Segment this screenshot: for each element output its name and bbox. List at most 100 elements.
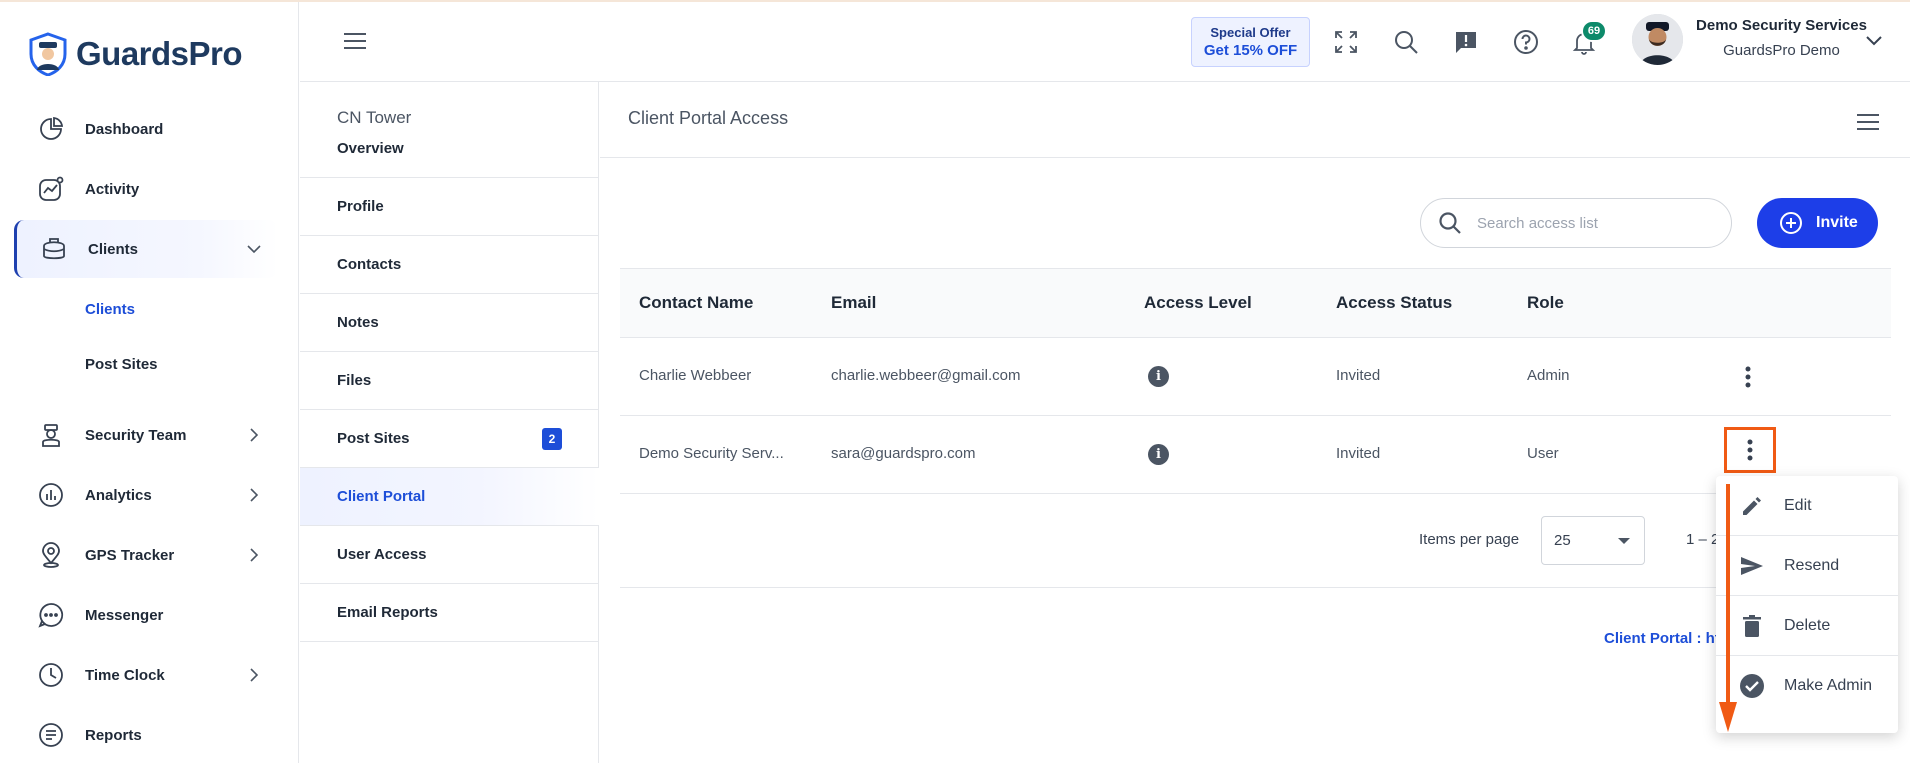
- chevron-right-icon: [244, 547, 264, 563]
- invite-label: Invite: [1816, 214, 1858, 231]
- subnav-item-notes[interactable]: Notes: [300, 294, 599, 352]
- report-icon: [36, 720, 66, 750]
- items-per-page-select[interactable]: 25: [1541, 516, 1645, 565]
- sidebar-item-label: Dashboard: [85, 120, 164, 138]
- check-circle-icon: [1738, 672, 1766, 700]
- chevron-down-icon: [244, 244, 264, 254]
- role: User: [1527, 445, 1559, 462]
- subnav-item-label: Contacts: [337, 256, 402, 273]
- search-box: [1420, 198, 1732, 248]
- offer-discount: Get 15% OFF: [1203, 42, 1298, 59]
- sidebar-subitem-post-sites[interactable]: Post Sites: [85, 356, 158, 373]
- trash-icon: [1738, 612, 1766, 640]
- more-options-icon[interactable]: [1728, 357, 1768, 397]
- sidebar-item-time-clock[interactable]: Time Clock: [14, 646, 278, 704]
- sidebar-item-gps-tracker[interactable]: GPS Tracker: [14, 526, 278, 584]
- menu-item-make-admin[interactable]: Make Admin: [1716, 656, 1898, 716]
- subnav-item-overview[interactable]: Overview: [300, 120, 599, 178]
- page-title: Client Portal Access: [628, 108, 789, 128]
- brand-name: GuardsPro: [76, 35, 243, 72]
- sidebar-item-label: Activity: [85, 180, 140, 198]
- sidebar-item-label: Analytics: [85, 486, 152, 504]
- client-subnav: CN Tower Overview Profile Contacts Notes…: [300, 82, 599, 763]
- subnav-item-label: Profile: [337, 198, 384, 215]
- subnav-item-label: Notes: [337, 314, 379, 331]
- invite-button[interactable]: Invite: [1757, 198, 1878, 248]
- items-per-page-label: Items per page: [1419, 531, 1520, 548]
- sidebar-item-messenger[interactable]: Messenger: [14, 586, 278, 644]
- sidebar-item-analytics[interactable]: Analytics: [14, 466, 278, 524]
- subnav-item-label: Email Reports: [337, 604, 438, 621]
- divider: [620, 587, 1891, 588]
- subnav-item-client-portal[interactable]: Client Portal: [300, 468, 599, 526]
- search-icon[interactable]: [1391, 27, 1421, 57]
- search-icon: [1439, 212, 1461, 234]
- info-icon[interactable]: i: [1148, 366, 1169, 387]
- subnav-item-user-access[interactable]: User Access: [300, 526, 599, 584]
- column-header: Access Level: [1144, 293, 1252, 312]
- table-row: Charlie Webbeer charlie.webbeer@gmail.co…: [620, 338, 1891, 416]
- hamburger-menu-icon[interactable]: [342, 30, 368, 52]
- fullscreen-icon[interactable]: [1331, 27, 1361, 57]
- pie-chart-icon: [36, 114, 66, 144]
- subnav-item-profile[interactable]: Profile: [300, 178, 599, 236]
- annotation-arrow-icon: [1719, 484, 1737, 732]
- subnav-item-post-sites[interactable]: Post Sites 2: [300, 410, 599, 468]
- more-options-icon[interactable]: [1724, 427, 1776, 473]
- menu-item-delete[interactable]: Delete: [1716, 596, 1898, 656]
- menu-item-edit[interactable]: Edit: [1716, 476, 1898, 536]
- sidebar: GuardsPro Dashboard Activity Clients Cli…: [0, 2, 299, 763]
- chevron-down-icon[interactable]: [1863, 32, 1885, 48]
- role: Admin: [1527, 367, 1570, 384]
- notification-badge: 69: [1581, 20, 1607, 42]
- column-header: Access Status: [1336, 293, 1453, 312]
- count-badge: 2: [542, 427, 562, 450]
- plus-circle-icon: [1780, 212, 1802, 234]
- access-status: Invited: [1336, 367, 1381, 384]
- logo[interactable]: GuardsPro: [28, 32, 243, 76]
- info-icon[interactable]: i: [1148, 444, 1169, 465]
- subnav-item-contacts[interactable]: Contacts: [300, 236, 599, 294]
- sidebar-item-label: Security Team: [85, 426, 187, 444]
- clock-icon: [36, 660, 66, 690]
- subnav-item-files[interactable]: Files: [300, 352, 599, 410]
- send-icon: [1738, 552, 1766, 580]
- pencil-icon: [1738, 492, 1766, 520]
- search-input[interactable]: [1477, 214, 1717, 232]
- menu-item-resend[interactable]: Resend: [1716, 536, 1898, 596]
- sidebar-item-security-team[interactable]: Security Team: [14, 406, 278, 464]
- sidebar-item-label: Reports: [85, 726, 142, 744]
- divider: [600, 157, 1910, 158]
- menu-item-label: Edit: [1784, 496, 1812, 514]
- sidebar-item-clients[interactable]: Clients: [14, 220, 278, 278]
- sidebar-item-label: Clients: [88, 240, 139, 258]
- feedback-icon[interactable]: [1451, 27, 1481, 57]
- subnav-item-label: User Access: [337, 546, 427, 563]
- contact-name: Charlie Webbeer: [639, 367, 752, 384]
- chevron-right-icon: [244, 487, 264, 503]
- sidebar-subitem-clients[interactable]: Clients: [85, 301, 135, 318]
- sidebar-item-label: Time Clock: [85, 666, 165, 684]
- client-portal-link[interactable]: Client Portal : htt: [1604, 630, 1725, 647]
- sidebar-item-activity[interactable]: Activity: [14, 160, 278, 218]
- menu-item-label: Delete: [1784, 616, 1831, 634]
- main-content: Client Portal Access Invite Contact Name…: [600, 82, 1910, 763]
- sidebar-item-reports[interactable]: Reports: [14, 706, 278, 763]
- chevron-right-icon: [244, 667, 264, 683]
- subnav-item-email-reports[interactable]: Email Reports: [300, 584, 599, 642]
- table-header: Contact Name Email Access Level Access S…: [620, 268, 1891, 338]
- list-menu-icon[interactable]: [1856, 112, 1880, 132]
- sidebar-item-dashboard[interactable]: Dashboard: [14, 100, 278, 158]
- offer-title: Special Offer: [1210, 25, 1291, 40]
- chevron-right-icon: [244, 427, 264, 443]
- special-offer-button[interactable]: Special Offer Get 15% OFF: [1191, 17, 1310, 67]
- subnav-item-label: Client Portal: [337, 488, 426, 505]
- column-header: Role: [1527, 293, 1564, 312]
- avatar[interactable]: [1632, 14, 1683, 65]
- guard-icon: [36, 420, 66, 450]
- table-row: Demo Security Serv... sara@guardspro.com…: [620, 416, 1891, 494]
- contact-email: charlie.webbeer@gmail.com: [831, 367, 1021, 384]
- page-range: 1 – 2: [1686, 531, 1720, 548]
- column-header: Email: [831, 293, 877, 312]
- help-icon[interactable]: [1511, 27, 1541, 57]
